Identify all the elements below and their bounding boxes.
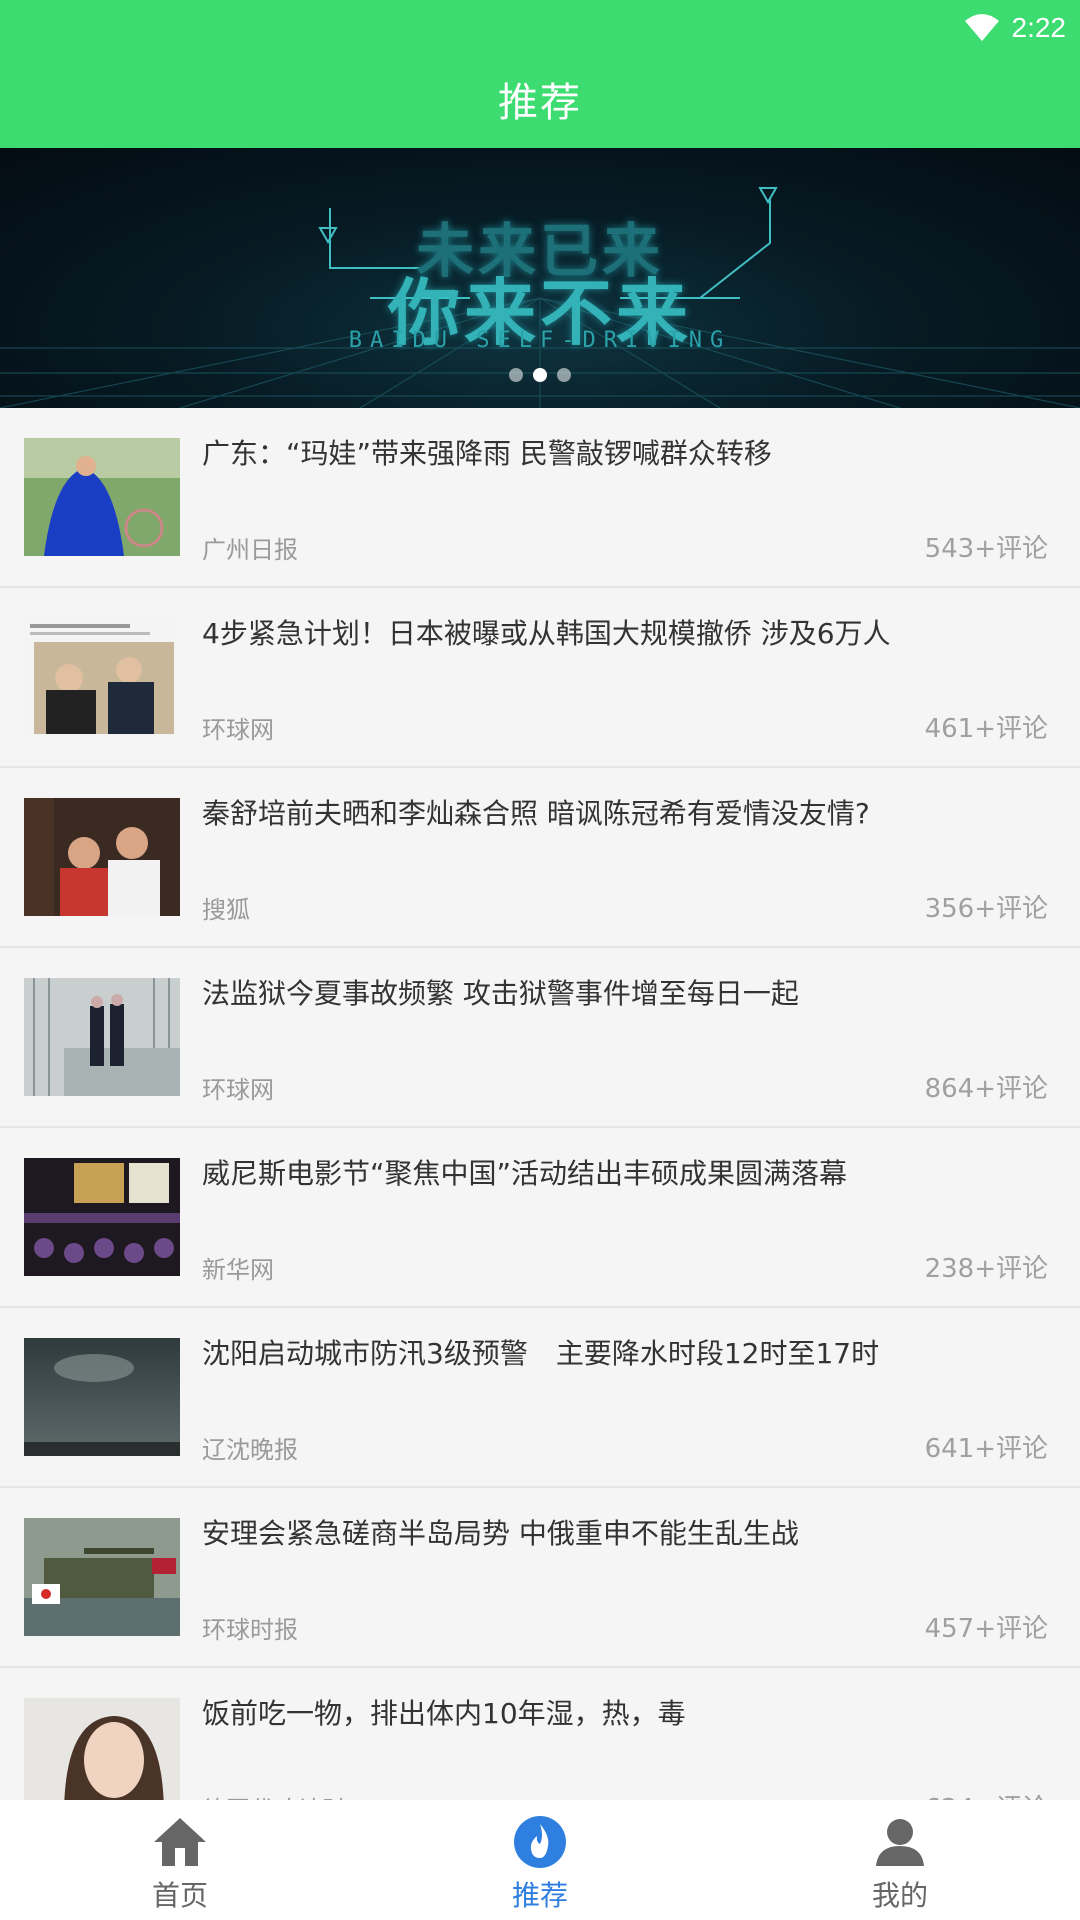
tab-label: 我的 [871,1879,928,1912]
status-time: 2:22 [1011,12,1067,43]
news-item[interactable]: 秦舒培前夫晒和李灿森合照 暗讽陈冠希有爱情没友情? 搜狐 356+评论 [0,768,1080,948]
news-thumbnail [24,1338,180,1456]
news-item[interactable]: 安理会紧急磋商半岛局势 中俄重申不能生乱生战 环球时报 457+评论 [0,1488,1080,1668]
news-item[interactable]: 广东：“玛娃”带来强降雨 民警敲锣喊群众转移 广州日报 543+评论 [0,408,1080,588]
user-icon [876,1819,924,1866]
news-list: 广东：“玛娃”带来强降雨 民警敲锣喊群众转移 广州日报 543+评论 4步紧急计… [0,408,1080,1848]
news-source: 环球时报 [202,1616,298,1644]
home-icon [154,1818,206,1866]
carousel-indicators[interactable] [0,368,1080,382]
tab-label: 首页 [151,1879,208,1912]
news-source: 搜狐 [202,896,250,924]
page-title: 推荐 [498,80,582,126]
news-title: 4步紧急计划！日本被曝或从韩国大规模撤侨 涉及6万人 [202,617,891,650]
status-bar: 2:22 [964,8,1067,48]
news-comment-count: 543+评论 [924,534,1048,564]
news-comment-count: 238+评论 [924,1254,1048,1284]
news-comment-count: 864+评论 [924,1074,1048,1104]
news-thumbnail [24,1518,180,1636]
news-source: 广州日报 [202,536,298,564]
flame-icon [514,1816,566,1868]
tab-home[interactable]: 首页 [0,1800,360,1920]
news-title: 法监狱今夏事故频繁 攻击狱警事件增至每日一起 [202,977,799,1010]
news-item[interactable]: 4步紧急计划！日本被曝或从韩国大规模撤侨 涉及6万人 环球网 461+评论 [0,588,1080,768]
news-comment-count: 641+评论 [924,1434,1048,1464]
news-source: 辽沈晚报 [202,1436,298,1464]
carousel-dot[interactable] [509,368,523,382]
news-comment-count: 457+评论 [924,1614,1048,1644]
tab-label: 推荐 [511,1879,568,1912]
news-item[interactable]: 法监狱今夏事故频繁 攻击狱警事件增至每日一起 环球网 864+评论 [0,948,1080,1128]
news-comment-count: 461+评论 [924,714,1048,744]
news-title: 沈阳启动城市防汛3级预警 主要降水时段12时至17时 [202,1337,880,1370]
banner-subtitle: BAIDU SELF-DRIVING [348,328,732,353]
carousel-dot-active[interactable] [533,368,547,382]
news-item[interactable]: 沈阳启动城市防汛3级预警 主要降水时段12时至17时 辽沈晚报 641+评论 [0,1308,1080,1488]
news-title: 安理会紧急磋商半岛局势 中俄重申不能生乱生战 [202,1517,799,1550]
news-thumbnail [24,798,180,916]
app-bar: 2:22 推荐 [0,0,1080,148]
news-thumbnail [24,978,180,1096]
news-title: 秦舒培前夫晒和李灿森合照 暗讽陈冠希有爱情没友情? [202,797,870,830]
bottom-navigation: 首页 推荐 我的 [0,1800,1080,1920]
carousel-dot[interactable] [557,368,571,382]
news-thumbnail [24,1158,180,1276]
news-source: 环球网 [202,716,274,744]
wifi-icon [964,14,999,41]
news-comment-count: 356+评论 [924,894,1048,924]
news-title: 威尼斯电影节“聚焦中国”活动结出丰硕成果圆满落幕 [202,1157,848,1190]
news-item[interactable]: 威尼斯电影节“聚焦中国”活动结出丰硕成果圆满落幕 新华网 238+评论 [0,1128,1080,1308]
news-title: 饭前吃一物，排出体内10年湿，热，毒 [202,1697,686,1730]
news-thumbnail [24,618,180,736]
news-source: 环球网 [202,1076,274,1104]
banner-carousel[interactable]: 未来已来 你来不来 BAIDU SELF-DRIVING [0,148,1080,408]
tab-me[interactable]: 我的 [720,1800,1080,1920]
news-title: 广东：“玛娃”带来强降雨 民警敲锣喊群众转移 [202,437,772,470]
news-source: 新华网 [202,1256,274,1284]
news-thumbnail [24,1698,180,1816]
tab-recommend[interactable]: 推荐 [360,1800,720,1920]
news-thumbnail [24,438,180,556]
